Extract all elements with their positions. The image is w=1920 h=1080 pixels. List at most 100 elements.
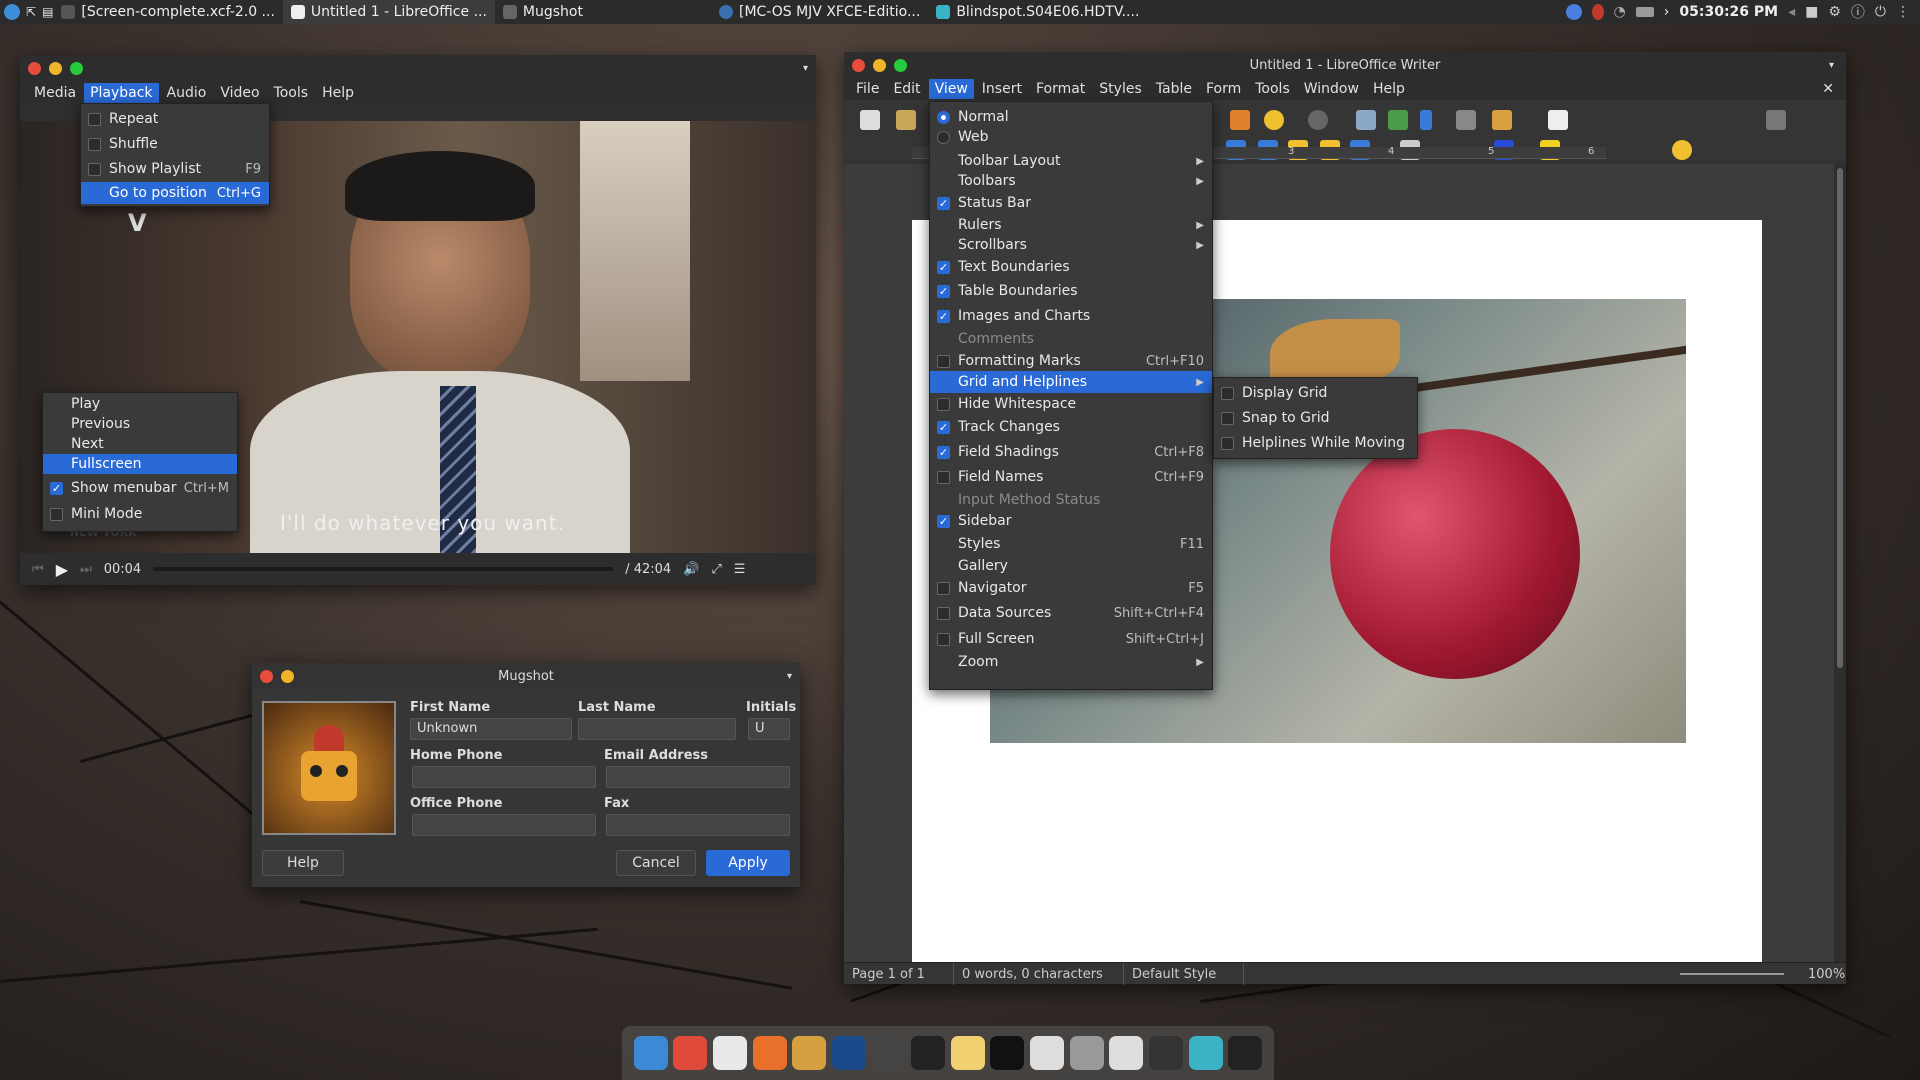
- firefox-icon[interactable]: [752, 1036, 787, 1070]
- video-icon[interactable]: [1188, 1036, 1223, 1070]
- archive-icon[interactable]: [792, 1036, 827, 1070]
- status-page[interactable]: Page 1 of 1: [844, 963, 954, 985]
- fax-field[interactable]: [606, 814, 790, 836]
- status-zoom[interactable]: 100%: [1800, 963, 1846, 985]
- menu-media[interactable]: Media: [28, 83, 82, 103]
- chevron-down-icon[interactable]: ▾: [787, 671, 792, 682]
- battery-icon[interactable]: [1635, 7, 1654, 17]
- zoom-slider[interactable]: [1680, 973, 1784, 975]
- checkbox[interactable]: ✓: [937, 514, 950, 528]
- formatting-marks-icon[interactable]: [1420, 110, 1432, 130]
- redo-icon[interactable]: [1308, 110, 1328, 130]
- menu-video[interactable]: Video: [214, 83, 265, 103]
- inkscape-icon[interactable]: [871, 1036, 906, 1070]
- settings-icon[interactable]: ⚙: [1828, 4, 1841, 20]
- menu-audio[interactable]: Audio: [161, 83, 213, 103]
- checkbox[interactable]: ✓: [937, 284, 950, 298]
- page-icon[interactable]: [1766, 110, 1786, 130]
- menu-item-show-menubar[interactable]: ✓ Show menubar Ctrl+M: [43, 477, 237, 499]
- close-icon[interactable]: [260, 669, 273, 683]
- find-replace-icon[interactable]: [1356, 110, 1376, 130]
- help-button[interactable]: Help: [262, 850, 344, 876]
- menu-edit[interactable]: Edit: [887, 79, 926, 99]
- checkbox[interactable]: [937, 354, 950, 368]
- insert-image-icon[interactable]: [1492, 110, 1512, 130]
- menu-styles[interactable]: Styles: [1093, 79, 1147, 99]
- close-icon[interactable]: [852, 58, 865, 72]
- menu-item-play[interactable]: Play: [43, 394, 237, 414]
- maximize-icon[interactable]: [894, 58, 907, 72]
- grid-menu-item-display-grid[interactable]: Display Grid: [1214, 382, 1417, 404]
- checkbox[interactable]: ✓: [937, 260, 950, 274]
- menu-table[interactable]: Table: [1150, 79, 1198, 99]
- menu-format[interactable]: Format: [1030, 79, 1091, 99]
- terminal-icon[interactable]: [990, 1036, 1025, 1070]
- music-icon[interactable]: [911, 1036, 946, 1070]
- open-icon[interactable]: [896, 110, 916, 130]
- minimize-icon[interactable]: [281, 669, 294, 683]
- menu-tools[interactable]: Tools: [268, 83, 315, 103]
- windows-icon[interactable]: ▤: [42, 5, 53, 19]
- view-menu-item-field-shadings[interactable]: ✓ Field Shadings Ctrl+F8: [930, 441, 1212, 463]
- view-menu-item-navigator[interactable]: Navigator F5: [930, 577, 1212, 599]
- checkbox[interactable]: [937, 632, 950, 646]
- view-menu-item-status-bar[interactable]: ✓ Status Bar: [930, 192, 1212, 214]
- view-menu-item-styles[interactable]: Styles F11: [930, 533, 1212, 555]
- view-menu-item-sidebar[interactable]: ✓ Sidebar: [930, 510, 1212, 532]
- wifi-icon[interactable]: ◔: [1614, 4, 1626, 20]
- checkbox[interactable]: ✓: [937, 445, 950, 459]
- close-document-icon[interactable]: ✕: [1816, 79, 1840, 99]
- effects-icon[interactable]: [1672, 140, 1692, 160]
- new-document-icon[interactable]: [860, 110, 880, 130]
- checkbox[interactable]: [1221, 411, 1234, 425]
- video-titlebar[interactable]: ▾: [20, 55, 816, 81]
- checkbox[interactable]: [88, 137, 101, 151]
- undo-icon[interactable]: [1264, 110, 1284, 130]
- power-icon[interactable]: ⏻: [1875, 4, 1886, 20]
- view-menu-item-toolbar-layout[interactable]: Toolbar Layout ▶: [930, 150, 1212, 172]
- menu-insert[interactable]: Insert: [976, 79, 1028, 99]
- fullscreen-icon[interactable]: ⤢: [711, 562, 721, 577]
- task-mcos[interactable]: [MC-OS MJV XFCE-Editio...: [711, 0, 928, 24]
- menu-item-previous[interactable]: Previous: [43, 414, 237, 434]
- menu-help[interactable]: Help: [316, 83, 360, 103]
- file-new-icon[interactable]: [712, 1036, 747, 1070]
- checkbox[interactable]: ✓: [937, 420, 950, 434]
- checkbox[interactable]: [937, 470, 950, 484]
- chevron-right-icon[interactable]: ›: [1664, 4, 1670, 20]
- drive-icon[interactable]: [1148, 1036, 1183, 1070]
- home-phone-field[interactable]: [412, 766, 596, 788]
- checkbox[interactable]: ✓: [937, 309, 950, 323]
- last-name-field[interactable]: [578, 718, 736, 740]
- checkbox[interactable]: ✓: [937, 196, 950, 210]
- menu-item-fullscreen[interactable]: Fullscreen: [43, 454, 237, 474]
- status-style[interactable]: Default Style: [1124, 963, 1244, 985]
- avatar[interactable]: [262, 701, 396, 835]
- info-icon[interactable]: ⓘ: [1851, 2, 1865, 22]
- checkbox[interactable]: [1221, 386, 1234, 400]
- status-words[interactable]: 0 words, 0 characters: [954, 963, 1124, 985]
- volume-icon[interactable]: 🔊: [683, 562, 699, 577]
- insert-textbox-icon[interactable]: [1548, 110, 1568, 130]
- menu-file[interactable]: File: [850, 79, 885, 99]
- view-menu-item-data-sources[interactable]: Data Sources Shift+Ctrl+F4: [930, 602, 1212, 624]
- menu-icon[interactable]: [4, 4, 20, 20]
- radio-button[interactable]: [937, 110, 950, 124]
- menu-item-repeat[interactable]: Repeat: [81, 108, 269, 130]
- office-phone-field[interactable]: [412, 814, 596, 836]
- first-name-field[interactable]: Unknown: [410, 718, 572, 740]
- checkbox[interactable]: [1221, 436, 1234, 450]
- cancel-button[interactable]: Cancel: [616, 850, 696, 876]
- next-icon[interactable]: ⏭: [80, 562, 92, 577]
- view-menu-item-normal[interactable]: Normal: [930, 106, 1212, 128]
- close-icon[interactable]: [28, 61, 41, 75]
- view-menu-item-images-and-charts[interactable]: ✓ Images and Charts: [930, 305, 1212, 327]
- grid-menu-item-helplines-while-moving[interactable]: Helplines While Moving: [1214, 432, 1417, 454]
- insert-table-icon[interactable]: [1456, 110, 1476, 130]
- vertical-scrollbar[interactable]: [1834, 164, 1846, 962]
- trash-icon[interactable]: [1069, 1036, 1104, 1070]
- view-menu-item-field-names[interactable]: Field Names Ctrl+F9: [930, 466, 1212, 488]
- chevron-down-icon[interactable]: ▾: [1829, 60, 1834, 71]
- document-icon[interactable]: [1030, 1036, 1065, 1070]
- minimize-icon[interactable]: [873, 58, 886, 72]
